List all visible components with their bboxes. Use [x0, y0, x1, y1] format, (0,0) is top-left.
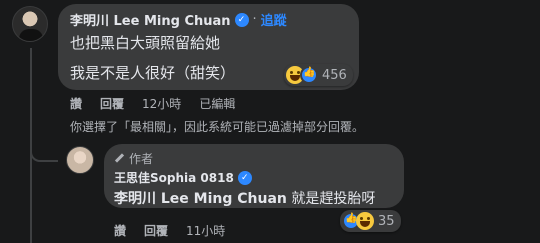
reply-reactions[interactable]: 35 [340, 210, 401, 232]
author-badge-label: 作者 [129, 152, 154, 166]
reply-reaction-count: 35 [378, 213, 395, 229]
reply-actions: 讚 回覆 11小時 [114, 222, 243, 239]
verified-badge-icon: ✓ [237, 170, 252, 185]
haha-reaction-icon [356, 212, 374, 230]
reply-button[interactable]: 回覆 [144, 222, 168, 239]
reply-author-row: 王思佳Sophia 0818 ✓ [114, 169, 252, 186]
pencil-icon [114, 153, 125, 164]
separator-dot: · [252, 12, 257, 27]
comment-author-name[interactable]: 李明川 Lee Ming Chuan [70, 10, 231, 29]
follow-button[interactable]: 追蹤 [261, 10, 287, 29]
edited-label: 已編輯 [199, 97, 236, 111]
comment-text-line-2: 我是不是人很好（甜笑） [70, 64, 236, 82]
verified-badge-icon: ✓ [234, 12, 249, 27]
reply-timestamp[interactable]: 11小時 [186, 222, 225, 239]
thread-connector [30, 140, 58, 162]
like-button[interactable]: 讚 [70, 95, 82, 112]
reply-body: 就是趕投胎呀 [286, 191, 376, 207]
reply-text: 李明川 Lee Ming Chuan 就是趕投胎呀 [114, 188, 375, 208]
reply-button[interactable]: 回覆 [100, 95, 124, 112]
like-reaction-icon [300, 66, 318, 84]
reply-bubble: 作者 王思佳Sophia 0818 ✓ 李明川 Lee Ming Chuan 就… [104, 144, 404, 208]
comment-actions: 讚 回覆 12小時 已編輯 [70, 95, 253, 112]
comment-header: 李明川 Lee Ming Chuan ✓ · 追蹤 [70, 10, 287, 29]
avatar-lee-ming-chuan[interactable] [12, 6, 48, 42]
filter-notice: 你選擇了「最相關」，因此系統可能已過濾掉部分回覆。 [70, 120, 365, 134]
comment-text-line-1: 也把黑白大頭照留給她 [70, 34, 221, 52]
comment-timestamp[interactable]: 12小時 [142, 95, 181, 112]
reply-author-name[interactable]: 王思佳Sophia 0818 [114, 169, 234, 186]
author-badge: 作者 [114, 150, 153, 167]
like-button[interactable]: 讚 [114, 222, 126, 239]
comment-reaction-count: 456 [322, 67, 347, 83]
comment-reactions[interactable]: 456 [284, 64, 353, 86]
mention-link[interactable]: 李明川 Lee Ming Chuan [114, 191, 287, 207]
avatar-sophia[interactable] [66, 146, 94, 174]
